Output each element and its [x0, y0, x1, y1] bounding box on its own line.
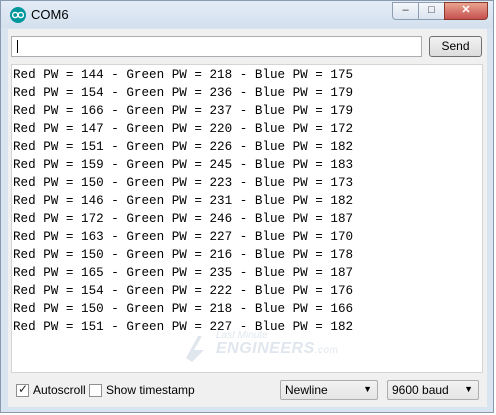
window-title: COM6 — [31, 7, 69, 22]
footer-bar: ✓ Autoscroll Show timestamp Newline ▼ 96… — [8, 376, 487, 407]
baud-rate-value: 9600 baud — [392, 383, 449, 397]
serial-output-lines: Red PW = 144 - Green PW = 218 - Blue PW … — [13, 66, 353, 336]
autoscroll-checkbox[interactable]: ✓ — [16, 382, 29, 397]
baud-rate-select[interactable]: 9600 baud ▼ — [387, 380, 479, 400]
output-line: Red PW = 154 - Green PW = 222 - Blue PW … — [13, 284, 354, 298]
watermark-line2: ENGINEERS.com — [216, 340, 338, 358]
watermark-line3: .com — [314, 345, 339, 356]
output-line: Red PW = 150 - Green PW = 218 - Blue PW … — [13, 302, 354, 316]
minimize-button[interactable]: – — [392, 2, 418, 20]
close-icon: ✕ — [461, 4, 471, 16]
output-line: Red PW = 144 - Green PW = 218 - Blue PW … — [13, 68, 354, 82]
output-line: Red PW = 146 - Green PW = 231 - Blue PW … — [13, 194, 354, 208]
autoscroll-label[interactable]: Autoscroll — [33, 383, 86, 397]
serial-monitor-window: COM6 – □ ✕ Send Red PW = 144 - Green PW … — [0, 0, 494, 413]
maximize-icon: □ — [428, 4, 435, 16]
client-area: Send Red PW = 144 - Green PW = 218 - Blu… — [8, 29, 487, 407]
output-line: Red PW = 159 - Green PW = 245 - Blue PW … — [13, 158, 354, 172]
checkmark-icon: ✓ — [18, 382, 29, 396]
output-line: Red PW = 151 - Green PW = 226 - Blue PW … — [13, 140, 354, 154]
arduino-logo-icon — [10, 7, 26, 23]
line-ending-value: Newline — [285, 383, 328, 397]
output-line: Red PW = 172 - Green PW = 246 - Blue PW … — [13, 212, 354, 226]
output-line: Red PW = 150 - Green PW = 216 - Blue PW … — [13, 248, 354, 262]
line-ending-select[interactable]: Newline ▼ — [280, 380, 378, 400]
output-line: Red PW = 166 - Green PW = 237 - Blue PW … — [13, 104, 354, 118]
chevron-down-icon: ▼ — [363, 384, 372, 394]
watermark-logo: Last Minute ENGINEERS.com — [182, 330, 352, 364]
maximize-button[interactable]: □ — [418, 2, 444, 20]
output-line: Red PW = 163 - Green PW = 227 - Blue PW … — [13, 230, 354, 244]
output-line: Red PW = 154 - Green PW = 236 - Blue PW … — [13, 86, 354, 100]
close-button[interactable]: ✕ — [444, 2, 488, 20]
chevron-down-icon: ▼ — [464, 384, 473, 394]
serial-input-field[interactable] — [11, 36, 422, 57]
serial-output-area[interactable]: Red PW = 144 - Green PW = 218 - Blue PW … — [11, 64, 483, 373]
output-line: Red PW = 150 - Green PW = 223 - Blue PW … — [13, 176, 354, 190]
title-bar[interactable]: COM6 – □ ✕ — [1, 1, 493, 28]
watermark-brand: ENGINEERS — [216, 340, 315, 357]
send-button[interactable]: Send — [429, 36, 482, 57]
output-line: Red PW = 147 - Green PW = 220 - Blue PW … — [13, 122, 354, 136]
show-timestamp-label[interactable]: Show timestamp — [106, 383, 195, 397]
output-line: Red PW = 165 - Green PW = 235 - Blue PW … — [13, 266, 354, 280]
show-timestamp-checkbox[interactable] — [89, 384, 102, 397]
minimize-icon: – — [402, 4, 409, 16]
text-caret — [17, 40, 18, 53]
